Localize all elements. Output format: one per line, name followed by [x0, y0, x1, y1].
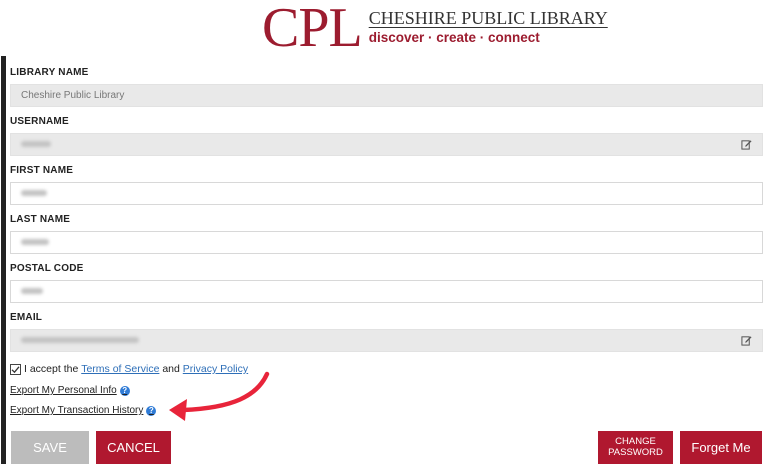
postal-code-input[interactable] — [10, 280, 763, 303]
library-name-value: Cheshire Public Library — [21, 90, 125, 101]
left-border — [1, 56, 6, 464]
terms-of-service-link[interactable]: Terms of Service — [81, 363, 159, 375]
export-personal-info-link[interactable]: Export My Personal Info ? — [10, 385, 130, 396]
last-name-field: LAST NAME — [10, 213, 763, 254]
postal-code-redacted-value — [21, 288, 43, 295]
library-logo: CPL CHESHIRE PUBLIC LIBRARY discover · c… — [262, 0, 608, 59]
first-name-redacted-value — [21, 190, 47, 197]
email-label: EMAIL — [10, 312, 43, 323]
save-button[interactable]: SAVE — [11, 431, 89, 464]
email-field: EMAIL — [10, 311, 763, 352]
last-name-input[interactable] — [10, 231, 763, 254]
username-input[interactable] — [10, 133, 763, 156]
postal-code-field: POSTAL CODE — [10, 262, 763, 303]
last-name-label: LAST NAME — [10, 214, 71, 225]
email-input[interactable] — [10, 329, 763, 352]
help-icon[interactable]: ? — [119, 385, 130, 396]
first-name-label: FIRST NAME — [10, 165, 74, 176]
edit-icon[interactable] — [741, 335, 752, 346]
postal-code-label: POSTAL CODE — [10, 263, 84, 274]
change-password-button[interactable]: CHANGE PASSWORD — [598, 431, 673, 464]
library-name-label: LIBRARY NAME — [10, 67, 89, 78]
edit-icon[interactable] — [741, 139, 752, 150]
export-personal-info-label: Export My Personal Info — [10, 385, 117, 396]
username-label: USERNAME — [10, 116, 69, 127]
library-name-field: LIBRARY NAME Cheshire Public Library — [10, 66, 763, 107]
export-transaction-history-link[interactable]: Export My Transaction History ? — [10, 405, 157, 416]
checkmark-icon — [11, 365, 20, 373]
library-name-input: Cheshire Public Library — [10, 84, 763, 107]
help-icon[interactable]: ? — [146, 405, 157, 416]
email-redacted-value — [21, 337, 139, 344]
logo-mark: CPL — [262, 0, 363, 59]
export-transaction-history-label: Export My Transaction History — [10, 405, 144, 416]
terms-checkbox[interactable] — [10, 363, 21, 375]
logo-tagline: discover · create · connect — [368, 29, 540, 45]
terms-prefix: I accept the — [24, 363, 79, 375]
logo-name: CHESHIRE PUBLIC LIBRARY — [368, 7, 608, 28]
first-name-field: FIRST NAME — [10, 164, 763, 205]
last-name-redacted-value — [21, 239, 49, 246]
first-name-input[interactable] — [10, 182, 763, 205]
cancel-button[interactable]: CANCEL — [96, 431, 171, 464]
arrow-annotation — [169, 371, 270, 421]
username-field: USERNAME — [10, 115, 763, 156]
username-redacted-value — [21, 141, 51, 148]
logo-text: CHESHIRE PUBLIC LIBRARY discover · creat… — [369, 8, 608, 45]
forget-me-button[interactable]: Forget Me — [680, 431, 762, 464]
